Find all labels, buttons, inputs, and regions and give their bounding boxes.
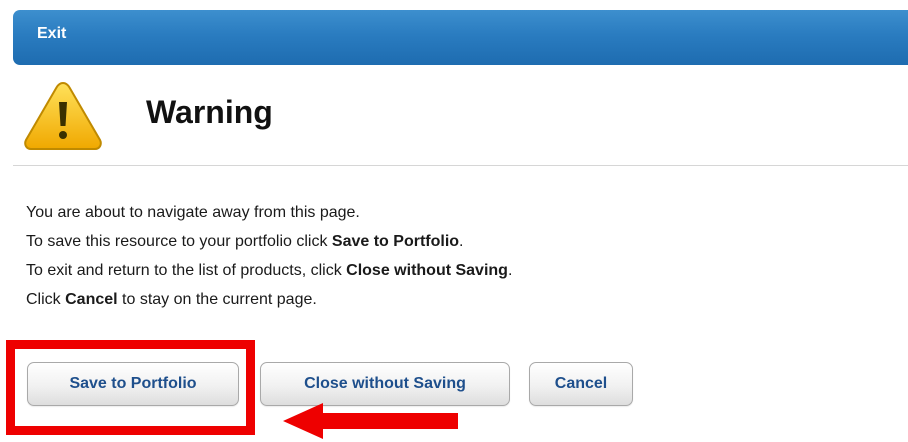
divider [13, 165, 908, 166]
message-line-1: You are about to navigate away from this… [26, 204, 360, 221]
cancel-button[interactable]: Cancel [529, 362, 633, 406]
highlight-box [6, 340, 255, 435]
message-line-4: Click Cancel to stay on the current page… [26, 291, 317, 308]
message-text: You are about to navigate away from this… [26, 198, 512, 314]
arrow-left-icon [283, 403, 458, 439]
exit-dialog: Exit Warning You are about to navigate a… [0, 0, 908, 442]
message-line-3: To exit and return to the list of produc… [26, 262, 513, 279]
warning-heading: Warning [146, 94, 273, 130]
message-line-2: To save this resource to your portfolio … [26, 233, 464, 250]
title-bar: Exit [13, 10, 908, 65]
dialog-title: Exit [37, 25, 67, 42]
warning-icon [24, 81, 102, 150]
